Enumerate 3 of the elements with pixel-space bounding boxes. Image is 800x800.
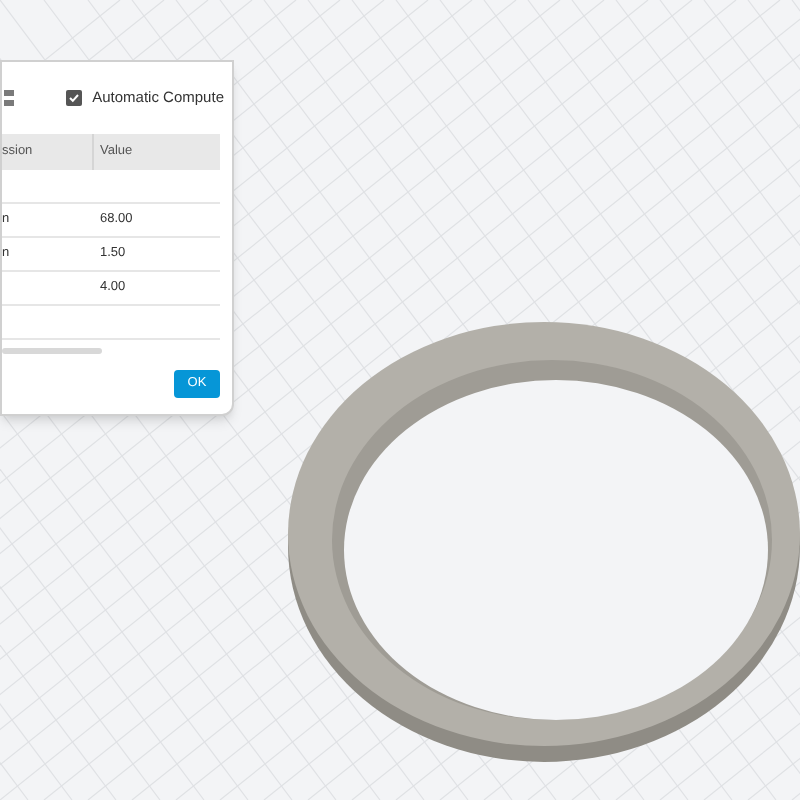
automatic-compute-checkbox[interactable]	[66, 90, 83, 106]
scrollbar[interactable]	[2, 348, 102, 354]
parameters-icon[interactable]	[4, 88, 16, 108]
